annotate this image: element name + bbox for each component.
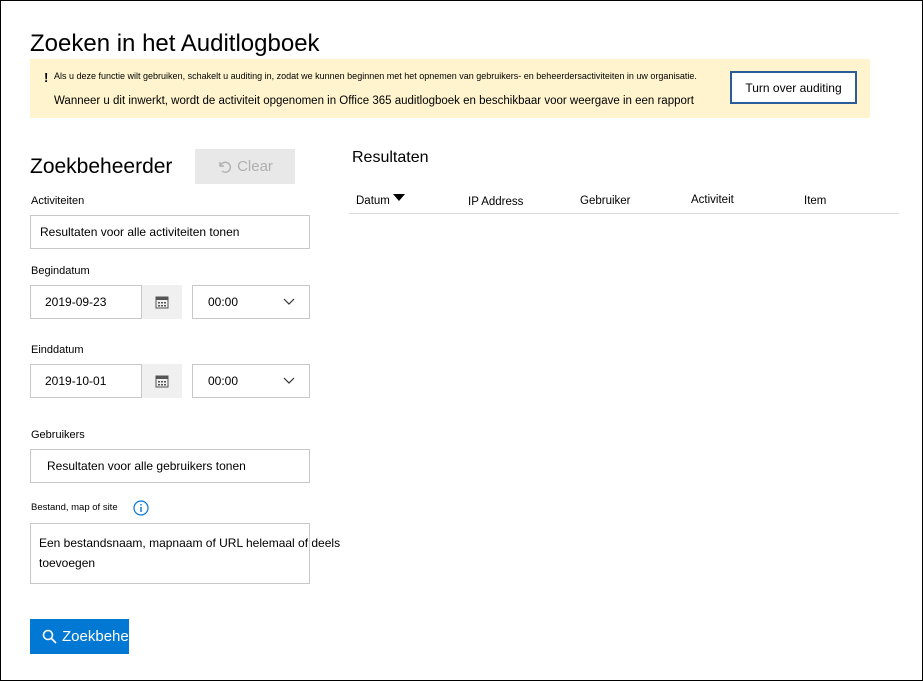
start-date-input[interactable]: 2019-09-23 [30,285,142,319]
column-header-item[interactable]: Item [804,195,826,207]
chevron-down-icon [283,377,295,384]
column-header-activity[interactable]: Activiteit [691,194,734,206]
turn-on-auditing-button[interactable]: Turn over auditing [730,71,857,104]
end-date-label: Einddatum [31,344,84,356]
activities-label: Activiteiten [31,195,85,207]
start-date-label: Begindatum [31,265,90,277]
end-date-value: 2019-10-01 [45,374,107,388]
search-button-label: Zoekbeheerder [62,628,129,645]
sort-desc-icon [393,194,406,201]
file-folder-site-input[interactable]: Een bestandsnaam, mapnaam of URL helemaa… [30,523,340,584]
file-input-placeholder-line2: toevoegen [39,556,96,570]
users-dropdown[interactable]: Resultaten voor alle gebruikers tonen [30,449,310,483]
calendar-icon [155,375,169,388]
column-header-date[interactable]: Datum [356,194,406,207]
end-date-input[interactable]: 2019-10-01 [30,364,142,398]
chevron-down-icon [283,298,295,305]
start-date-calendar-button[interactable] [142,285,182,319]
page-title: Zoeken in het Auditlogboek [30,30,320,57]
end-date-calendar-button[interactable] [142,364,182,398]
results-header-divider [349,213,899,214]
end-time-dropdown[interactable]: 00:00 [192,364,310,398]
column-header-user[interactable]: Gebruiker [580,195,631,207]
banner-description: Wanneer u dit inwerkt, wordt de activite… [54,95,694,107]
clear-button[interactable]: Clear [195,149,295,184]
file-input-placeholder-line1: Een bestandsnaam, mapnaam of URL helemaa… [39,536,341,550]
start-time-value: 00:00 [208,295,239,309]
file-folder-site-label: Bestand, map of site [31,502,118,513]
search-panel-title: Zoekbeheerder [30,155,173,178]
undo-icon [219,161,232,173]
column-header-ip-address[interactable]: IP Address [468,196,523,208]
warning-icon: ! [44,70,49,85]
calendar-icon [155,296,169,309]
search-button[interactable]: Zoekbeheerder [30,619,129,654]
start-date-value: 2019-09-23 [45,295,107,309]
results-title: Resultaten [352,149,429,166]
activities-dropdown[interactable]: Resultaten voor alle activiteiten tonen [30,215,310,249]
info-icon[interactable] [133,500,149,516]
auditing-banner: ! Als u deze functie wilt gebruiken, sch… [30,59,870,118]
end-time-value: 00:00 [208,374,239,388]
users-label: Gebruikers [31,429,85,441]
clear-label: Clear [237,158,273,175]
activities-value: Resultaten voor alle activiteiten tonen [40,225,240,239]
banner-message: Als u deze functie wilt gebruiken, schak… [54,71,697,81]
users-value: Resultaten voor alle gebruikers tonen [47,459,246,473]
search-icon [42,629,57,644]
start-time-dropdown[interactable]: 00:00 [192,285,310,319]
